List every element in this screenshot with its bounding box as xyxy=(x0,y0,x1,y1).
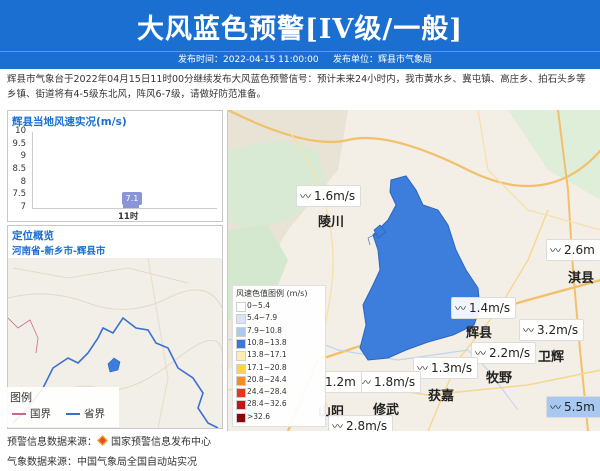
wind-legend-label: 13.8~17.1 xyxy=(247,350,287,360)
chart-x-axis xyxy=(32,208,217,209)
place-lingchuan: 陵川 xyxy=(318,215,345,230)
chart-y-tick: 7 xyxy=(20,202,26,212)
warning-banner: 大风蓝色预警[IV级/一般] xyxy=(0,0,600,51)
wind-value: 2.8m/s xyxy=(346,419,388,431)
wind-legend-label: 5.4~7.9 xyxy=(247,313,278,323)
wind-legend-label: 10.8~13.8 xyxy=(247,337,287,347)
warning-source: 预警信息数据来源： 国家预警信息发布中心 xyxy=(7,433,211,448)
wind-legend-swatch xyxy=(236,388,246,399)
wind-legend-label: 7.9~10.8 xyxy=(247,325,282,335)
wind-legend-item: 7.9~10.8 xyxy=(236,325,322,337)
wind-value: 3.2m/s xyxy=(537,323,579,337)
wind-tag-southeast[interactable]: 〰 5.5m xyxy=(546,396,600,418)
wind-icon: 〰 xyxy=(455,302,466,315)
publish-unit: 发布单位：辉县市气象局 xyxy=(333,55,433,65)
wind-legend-swatch xyxy=(236,375,246,386)
wind-tag-east[interactable]: 〰 3.2m/s xyxy=(519,319,585,341)
province-border-swatch xyxy=(66,413,80,415)
wind-legend-swatch xyxy=(236,302,246,312)
wind-legend-swatch xyxy=(236,363,246,374)
wind-icon: 〰 xyxy=(332,420,343,431)
warning-source-label: 预警信息数据来源： xyxy=(7,437,97,448)
minimap-legend-title: 图例 xyxy=(10,391,32,404)
chart-x-tick-11h: 11时 xyxy=(118,212,139,222)
chart-y-axis xyxy=(32,132,33,209)
wind-value: 5.5m xyxy=(564,400,595,414)
wind-speed-panel: 辉县当地风速实况(m/s) 10 9.5 9 8.5 8 7.5 7 7.1 11时 xyxy=(7,110,223,222)
wind-legend-item: 20.8~24.4 xyxy=(236,374,322,386)
wind-tag-lingchuan[interactable]: 〰 1.6m/s xyxy=(296,185,362,207)
wind-legend-swatch xyxy=(236,314,246,325)
chart-y-tick: 9 xyxy=(20,151,26,162)
wind-legend-label: 20.8~24.4 xyxy=(247,374,287,384)
wind-color-legend: 风速色值图例 (m/s) 0~5.4 5.4~7.9 7.9~10.8 10.8~13… xyxy=(232,285,326,427)
chart-y-tick: 9.5 xyxy=(12,138,26,149)
wind-value: 1.3m/s xyxy=(431,361,473,375)
wind-legend-swatch xyxy=(236,338,246,349)
wind-tag-qixian[interactable]: 〰 2.6m xyxy=(546,239,600,261)
wind-legend-swatch xyxy=(236,412,246,423)
wind-tag-west[interactable]: 1.2m xyxy=(321,371,362,393)
wind-value: 1.4m/s xyxy=(469,301,511,315)
chart-y-tick: 8.5 xyxy=(12,164,26,174)
wind-tag-huojia[interactable]: 〰 1.3m/s xyxy=(413,357,479,379)
wind-legend-item: 10.8~13.8 xyxy=(236,337,322,349)
wind-legend-item: 17.1~20.8 xyxy=(236,362,322,374)
wind-value: 1.8m/s xyxy=(374,375,416,389)
place-muye: 牧野 xyxy=(486,371,513,386)
wind-panel-title: 辉县当地风速实况(m/s) xyxy=(12,116,127,128)
meta-bar: 发布时间：2022-04-15 11:00:00 发布单位：辉县市气象局 xyxy=(0,51,600,69)
wind-legend-swatch xyxy=(236,351,246,362)
place-qixian: 淇县 xyxy=(568,271,595,286)
chart-y-tick: 8 xyxy=(20,176,26,187)
national-border-swatch xyxy=(12,413,26,415)
location-path: 河南省-新乡市-辉县市 xyxy=(12,246,106,257)
warning-description: 辉县市气象台于2022年04月15日11时00分继续发布大风蓝色预警信号：预计未… xyxy=(7,74,586,100)
wind-value: 2.6m xyxy=(564,243,595,257)
wind-legend-item: >32.6 xyxy=(236,411,322,423)
place-weihui: 卫辉 xyxy=(538,350,565,365)
wind-value: 1.2m xyxy=(325,375,356,389)
wind-value: 1.6m/s xyxy=(314,189,356,203)
wind-legend-item: 24.4~28.4 xyxy=(236,387,322,399)
place-huojia: 获嘉 xyxy=(428,389,455,404)
location-panel-title: 定位概览 xyxy=(12,230,54,242)
wind-legend-swatch xyxy=(236,400,246,411)
place-huixian: 辉县 xyxy=(466,326,493,341)
wind-icon: 〰 xyxy=(300,190,311,203)
wind-icon: 〰 xyxy=(550,244,561,257)
wind-value: 2.2m/s xyxy=(489,346,531,360)
chart-bar-11h xyxy=(123,205,139,208)
province-border-label: 省界 xyxy=(84,408,105,420)
wind-legend-item: 5.4~7.9 xyxy=(236,313,322,325)
warning-source-org: 国家预警信息发布中心 xyxy=(111,437,211,448)
wind-legend-label: 24.4~28.4 xyxy=(247,387,287,397)
wind-tag-shanyang[interactable]: 〰 2.8m/s xyxy=(328,415,394,431)
wind-icon: 〰 xyxy=(523,324,534,337)
wind-legend-swatch xyxy=(236,326,246,337)
wind-legend-label: >32.6 xyxy=(247,411,270,421)
wind-legend-label: 0~5.4 xyxy=(247,301,270,310)
wind-tag-huixian[interactable]: 〰 1.4m/s xyxy=(451,297,517,319)
met-data-source: 气象数据来源：中国气象局全国自动站实况 xyxy=(7,457,197,468)
wind-legend-item: 0~5.4 xyxy=(236,301,322,312)
chart-y-tick: 10 xyxy=(15,126,26,136)
chart-y-tick: 7.5 xyxy=(12,189,26,200)
wind-legend-item: 28.4~32.6 xyxy=(236,399,322,411)
national-border-label: 国界 xyxy=(30,408,51,420)
warning-title: 大风蓝色预警[IV级/一般] xyxy=(137,14,463,45)
publish-time: 发布时间：2022-04-15 11:00:00 xyxy=(178,55,319,65)
wind-legend-label: 28.4~32.6 xyxy=(247,399,287,409)
wind-legend-label: 17.1~20.8 xyxy=(247,362,287,372)
warning-center-logo-icon xyxy=(97,435,108,446)
wind-icon: 〰 xyxy=(550,401,561,414)
wind-legend-item: 13.8~17.1 xyxy=(236,350,322,362)
chart-data-label: 7.1 xyxy=(122,192,142,206)
wind-tag-xiuwu[interactable]: 〰 1.8m/s xyxy=(356,371,422,393)
wind-legend-title: 风速色值图例 (m/s) xyxy=(236,289,308,298)
minimap-legend: 图例 国界 省界 xyxy=(4,387,119,427)
wind-tag-center[interactable]: 〰 2.2m/s xyxy=(471,342,537,364)
